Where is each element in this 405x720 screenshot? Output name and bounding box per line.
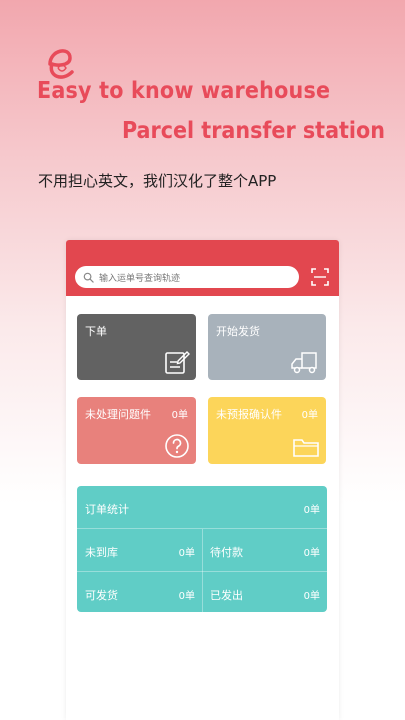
- order-statistics-panel: 订单统计 0单 未到库 0单 待付款 0单 可发货 0单 已发出 0单: [77, 486, 327, 612]
- truck-icon: [291, 352, 317, 374]
- divider: [202, 529, 203, 612]
- app-screen: 输入运单号查询轨迹 下单 开始发货 未处理问题件 0单 未预报确认件 0单 订单…: [66, 240, 339, 720]
- stat-shippable[interactable]: 可发货 0单: [77, 572, 202, 614]
- stat-not-arrived-count: 0单: [178, 548, 195, 559]
- unprocessed-issues-label: 未处理问题件: [85, 408, 151, 421]
- stat-pending-payment[interactable]: 待付款 0单: [202, 529, 327, 571]
- stat-not-arrived-label: 未到库: [85, 546, 118, 559]
- stat-pending-payment-count: 0单: [303, 548, 320, 559]
- stat-shipped-label: 已发出: [210, 589, 243, 602]
- search-placeholder: 输入运单号查询轨迹: [99, 273, 181, 284]
- stats-title-row[interactable]: 订单统计 0单: [77, 486, 327, 528]
- unforecast-items-tile[interactable]: 未预报确认件 0单: [208, 397, 326, 464]
- stat-shippable-label: 可发货: [85, 589, 118, 602]
- edit-form-icon: [165, 351, 190, 374]
- promo-banner: Easy to know warehouse Parcel transfer s…: [0, 0, 405, 230]
- folder-icon: [293, 439, 319, 457]
- stat-shipped-count: 0单: [303, 591, 320, 602]
- unprocessed-issues-count: 0单: [171, 410, 188, 421]
- tagline-line1: Easy to know warehouse: [37, 78, 331, 104]
- scan-icon[interactable]: [311, 268, 329, 286]
- stat-not-arrived[interactable]: 未到库 0单: [77, 529, 202, 571]
- search-icon: [83, 272, 94, 283]
- stats-title-count: 0单: [303, 505, 320, 516]
- place-order-label: 下单: [85, 325, 107, 338]
- unprocessed-issues-tile[interactable]: 未处理问题件 0单: [77, 397, 196, 464]
- place-order-tile[interactable]: 下单: [77, 314, 196, 380]
- tagline-chinese: 不用担心英文，我们汉化了整个APP: [38, 172, 277, 190]
- unforecast-items-count: 0单: [301, 410, 318, 421]
- stat-pending-payment-label: 待付款: [210, 546, 243, 559]
- app-header: 输入运单号查询轨迹: [66, 240, 339, 296]
- start-shipping-tile[interactable]: 开始发货: [208, 314, 326, 380]
- question-icon: [165, 434, 189, 458]
- start-shipping-label: 开始发货: [216, 325, 260, 338]
- tracking-search-input[interactable]: 输入运单号查询轨迹: [75, 266, 299, 288]
- stat-shippable-count: 0单: [178, 591, 195, 602]
- stats-title: 订单统计: [85, 503, 129, 516]
- tagline-line2: Parcel transfer station: [122, 118, 385, 144]
- unforecast-items-label: 未预报确认件: [216, 408, 282, 421]
- stat-shipped[interactable]: 已发出 0单: [202, 572, 327, 614]
